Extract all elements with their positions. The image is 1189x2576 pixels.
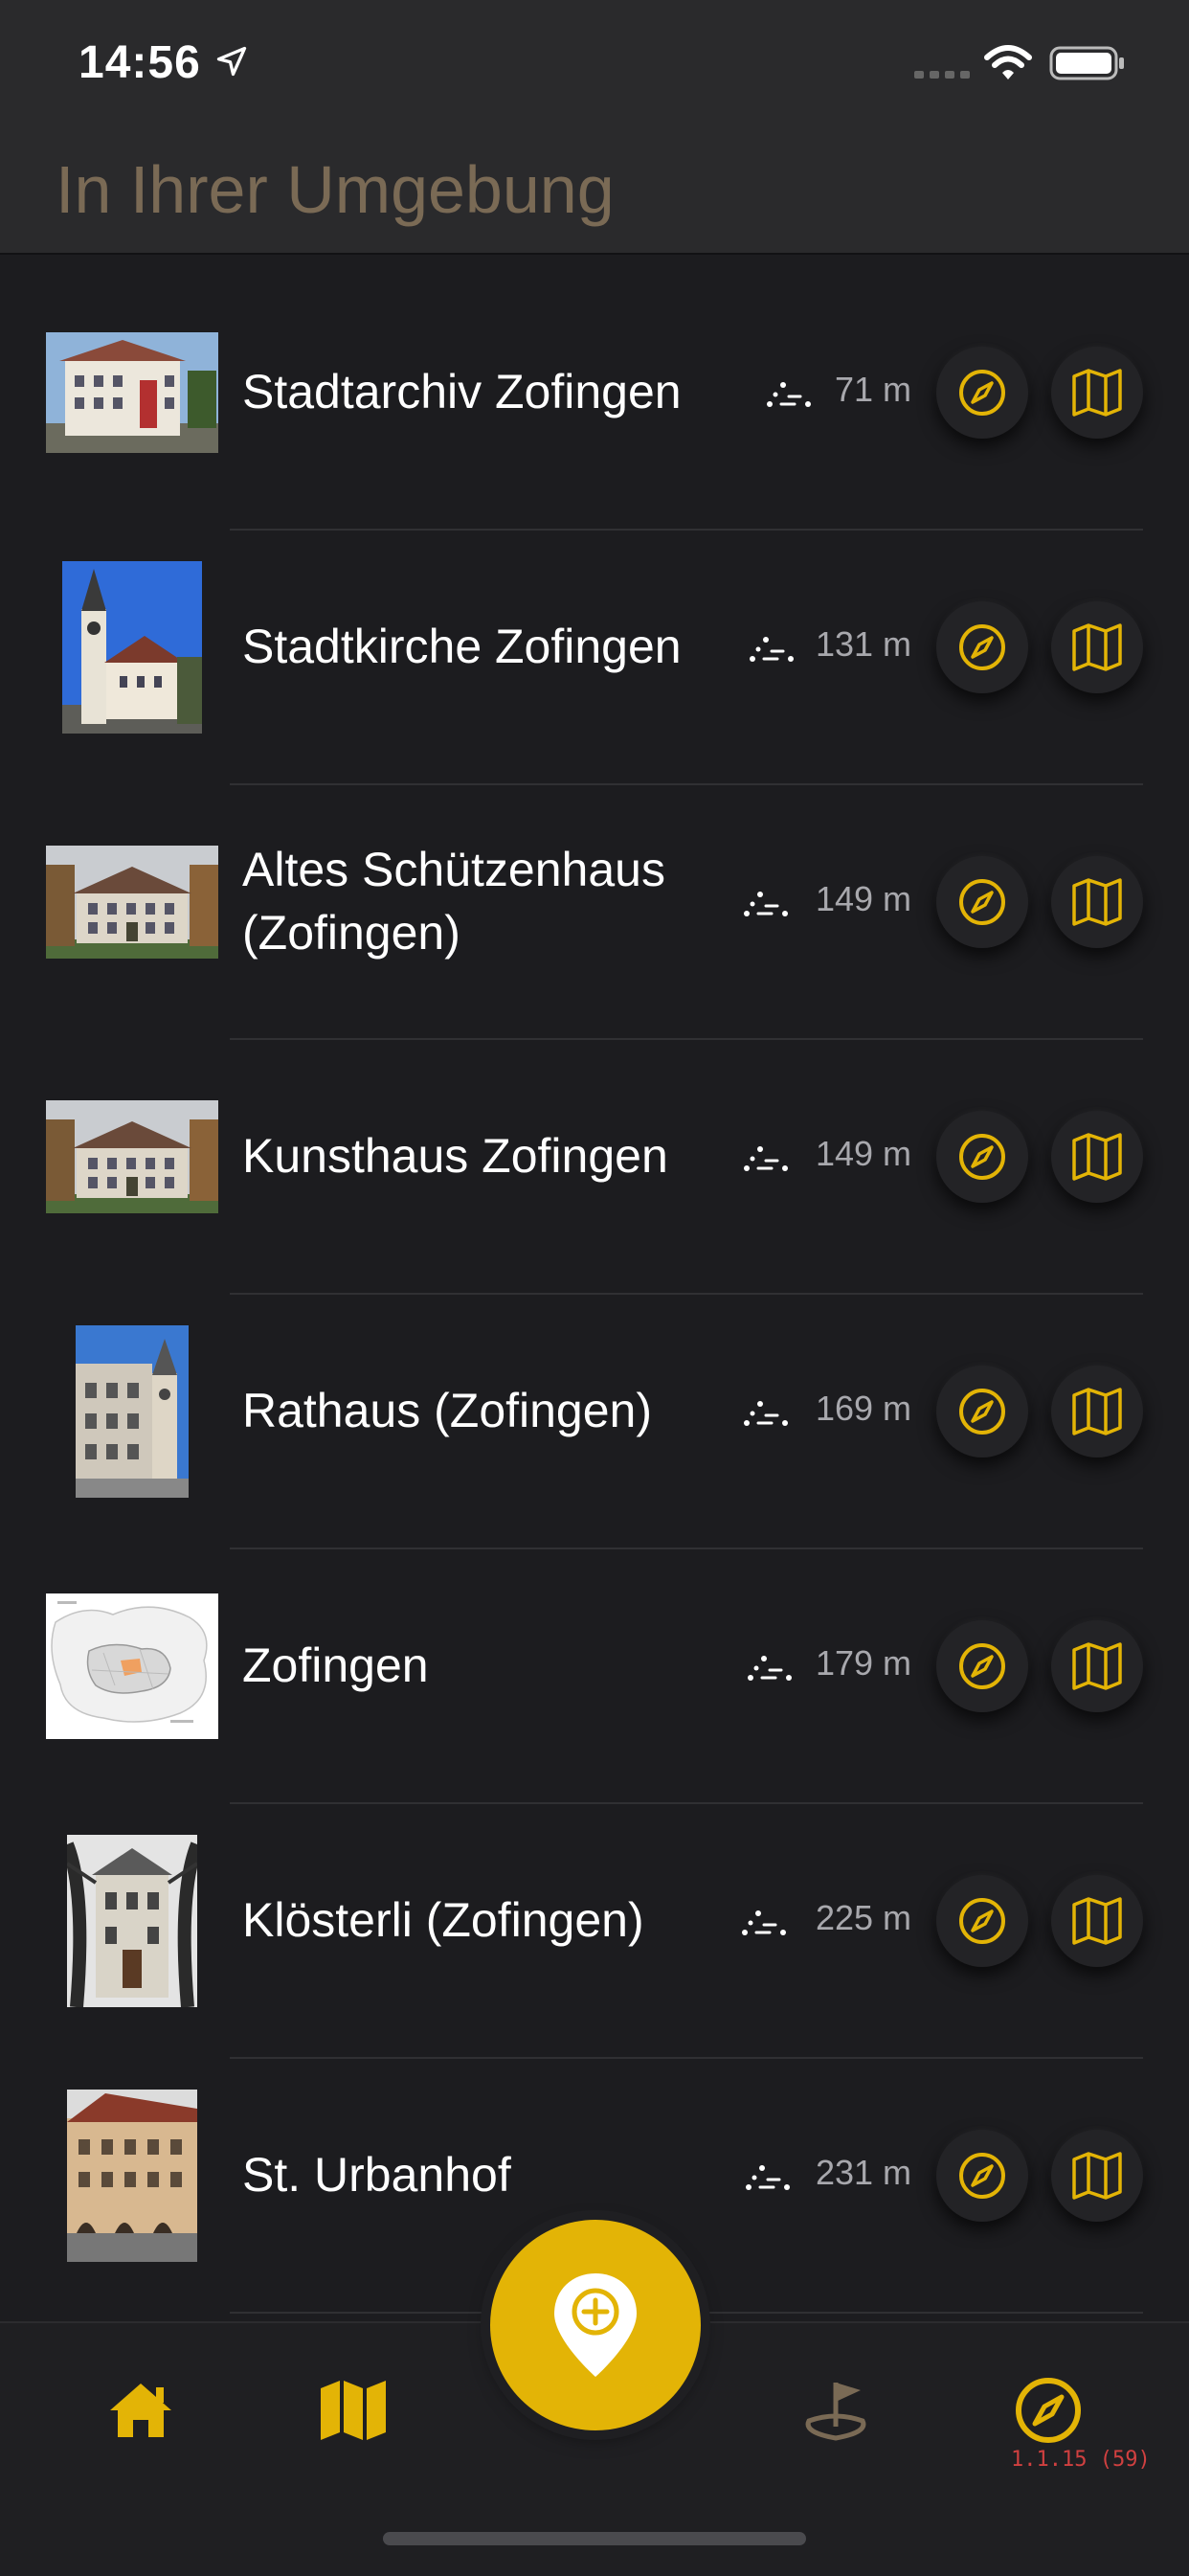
- walking-distance-icon: [744, 892, 788, 916]
- add-location-icon: [554, 2273, 637, 2377]
- map-button[interactable]: [1051, 856, 1143, 948]
- compass-button[interactable]: [936, 2130, 1028, 2222]
- map-icon: [1072, 1642, 1122, 1690]
- map-icon: [1072, 2152, 1122, 2200]
- tab-map[interactable]: [310, 2367, 396, 2453]
- compass-icon: [959, 879, 1005, 925]
- walking-distance-icon: [746, 2165, 790, 2190]
- walking-distance-icon: [744, 1146, 788, 1171]
- map-icon: [1072, 1388, 1122, 1435]
- compass-icon: [959, 1898, 1005, 1944]
- walking-distance-icon: [742, 1910, 786, 1935]
- compass-button[interactable]: [936, 856, 1028, 948]
- page-title: In Ihrer Umgebung: [56, 152, 615, 227]
- list-item[interactable]: Kunsthaus Zofingen 149 m: [0, 1040, 1189, 1295]
- place-name[interactable]: Klösterli (Zofingen): [242, 1804, 721, 2036]
- compass-icon: [959, 1389, 1005, 1435]
- map-icon: [1072, 1133, 1122, 1181]
- compass-icon: [959, 370, 1005, 416]
- map-icon: [321, 2381, 386, 2440]
- distance-label: 231 m: [815, 2153, 911, 2192]
- compass-icon: [959, 2153, 1005, 2199]
- map-button[interactable]: [1051, 1111, 1143, 1203]
- tab-nearby[interactable]: [1005, 2367, 1091, 2453]
- map-button[interactable]: [1051, 347, 1143, 439]
- distance-label: 149 m: [815, 1134, 911, 1173]
- place-name[interactable]: Stadtkirche Zofingen: [242, 531, 721, 762]
- place-name[interactable]: Rathaus (Zofingen): [242, 1295, 721, 1526]
- map-button[interactable]: [1051, 1366, 1143, 1457]
- distance-label: 169 m: [815, 1389, 911, 1428]
- distance-label: 225 m: [815, 1898, 911, 1937]
- status-time: 14:56: [79, 37, 201, 88]
- map-icon: [1072, 369, 1122, 417]
- place-thumbnail: [46, 1325, 218, 1498]
- compass-icon: [959, 1134, 1005, 1180]
- place-thumbnail: [46, 2090, 218, 2262]
- list-item[interactable]: Altes Schützenhaus (Zofingen) 149 m: [0, 785, 1189, 1040]
- place-thumbnail: [46, 1580, 218, 1752]
- home-indicator: [383, 2532, 806, 2545]
- nav-header: In Ihrer Umgebung: [0, 134, 1189, 255]
- tab-tours[interactable]: [793, 2367, 879, 2453]
- list-item[interactable]: Klösterli (Zofingen) 225 m: [0, 1804, 1189, 2059]
- map-icon: [1072, 878, 1122, 926]
- map-icon: [1072, 1897, 1122, 1945]
- location-arrow-icon: [216, 46, 247, 77]
- list-item[interactable]: Rathaus (Zofingen) 169 m: [0, 1295, 1189, 1549]
- place-thumbnail: [46, 1071, 218, 1243]
- walking-distance-icon: [744, 1401, 788, 1426]
- place-name[interactable]: Stadtarchiv Zofingen: [242, 276, 721, 508]
- cellular-signal-icon: [914, 71, 970, 79]
- place-thumbnail: [46, 1835, 218, 2007]
- tour-flag-icon: [805, 2383, 866, 2441]
- list-item[interactable]: Zofingen 179 m: [0, 1549, 1189, 1804]
- wifi-icon: [984, 45, 1032, 79]
- compass-button[interactable]: [936, 601, 1028, 693]
- distance-label: 71 m: [834, 370, 911, 409]
- place-name[interactable]: Altes Schützenhaus (Zofingen): [242, 785, 721, 1017]
- compass-icon: [1016, 2378, 1081, 2443]
- place-thumbnail: [46, 816, 218, 988]
- compass-button[interactable]: [936, 347, 1028, 439]
- add-location-button[interactable]: [490, 2220, 701, 2430]
- compass-icon: [959, 624, 1005, 670]
- list-item[interactable]: Stadtarchiv Zofingen 71 m: [0, 276, 1189, 531]
- place-thumbnail: [46, 306, 218, 479]
- walking-distance-icon: [750, 637, 794, 662]
- compass-button[interactable]: [936, 1620, 1028, 1712]
- status-bar: 14:56: [0, 0, 1189, 134]
- places-list[interactable]: Stadtarchiv Zofingen 71 m Stadtkirche Zo…: [0, 276, 1189, 2314]
- place-name[interactable]: Kunsthaus Zofingen: [242, 1040, 721, 1272]
- home-icon: [110, 2384, 171, 2437]
- compass-button[interactable]: [936, 1875, 1028, 1967]
- list-item[interactable]: Stadtkirche Zofingen 131 m: [0, 531, 1189, 785]
- version-label: 1.1.15 (59): [1011, 2448, 1151, 2472]
- walking-distance-icon: [748, 1656, 792, 1681]
- map-button[interactable]: [1051, 2130, 1143, 2222]
- map-button[interactable]: [1051, 601, 1143, 693]
- walking-distance-icon: [767, 382, 811, 407]
- compass-button[interactable]: [936, 1366, 1028, 1457]
- map-button[interactable]: [1051, 1620, 1143, 1712]
- distance-label: 149 m: [815, 879, 911, 918]
- place-name[interactable]: Zofingen: [242, 1549, 721, 1781]
- compass-button[interactable]: [936, 1111, 1028, 1203]
- place-thumbnail: [46, 561, 218, 734]
- tab-home[interactable]: [98, 2367, 184, 2453]
- distance-label: 131 m: [815, 624, 911, 664]
- battery-icon: [1049, 46, 1124, 80]
- distance-label: 179 m: [815, 1643, 911, 1683]
- map-icon: [1072, 623, 1122, 671]
- compass-icon: [959, 1643, 1005, 1689]
- map-button[interactable]: [1051, 1875, 1143, 1967]
